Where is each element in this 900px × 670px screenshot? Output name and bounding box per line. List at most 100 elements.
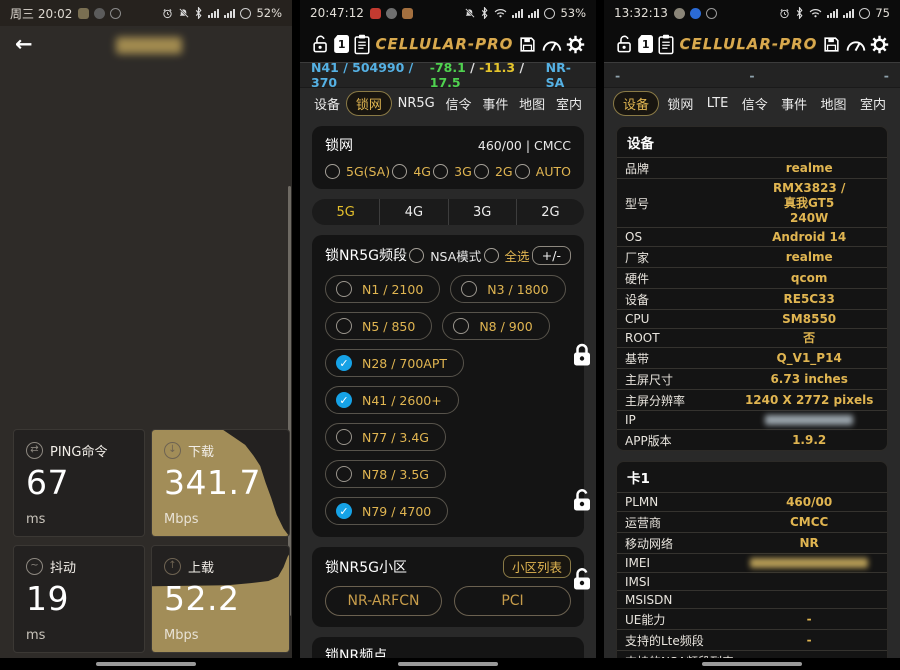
segment-3g[interactable]: 3G bbox=[448, 199, 516, 225]
table-row: IMSI bbox=[617, 572, 887, 590]
upload-value: 52.2 bbox=[164, 579, 277, 618]
table-row: 运营商CMCC bbox=[617, 511, 887, 532]
radio-3g[interactable]: 3G bbox=[433, 164, 472, 179]
log-clipboard-icon[interactable] bbox=[657, 34, 675, 55]
table-row: 厂家realme bbox=[617, 246, 887, 267]
signal-icon-sim1 bbox=[208, 9, 219, 18]
tab-signaling[interactable]: 信令 bbox=[441, 92, 477, 115]
band-n28[interactable]: N28 / 700APT bbox=[325, 349, 464, 377]
home-indicator[interactable] bbox=[398, 662, 498, 666]
band-n77[interactable]: N77 / 3.4G bbox=[325, 423, 446, 451]
select-all-radio[interactable]: 全选 bbox=[484, 246, 530, 265]
radio-2g[interactable]: 2G bbox=[474, 164, 513, 179]
tab-events[interactable]: 事件 bbox=[477, 92, 513, 115]
cell-list-button[interactable]: 小区列表 bbox=[503, 555, 571, 578]
alarm-icon bbox=[779, 8, 790, 19]
segment-5g[interactable]: 5G bbox=[312, 199, 379, 225]
arfcn-lock-open-icon[interactable] bbox=[570, 566, 594, 593]
tab-indoor[interactable]: 室内 bbox=[855, 92, 891, 115]
cellular-pro-lock-panel: 20:47:12 53% 1 CELLULAR-PRO N41 / 504990… bbox=[300, 0, 596, 670]
battery-icon bbox=[240, 8, 251, 19]
lock-cell-title: 锁NR5G小区 bbox=[325, 557, 407, 577]
nsa-mode-radio[interactable]: NSA模式 bbox=[409, 246, 481, 265]
band-n41[interactable]: N41 / 2600+ bbox=[325, 386, 459, 414]
device-table-header: 设备 bbox=[617, 127, 887, 157]
gesture-bar bbox=[604, 658, 900, 670]
ping-label: PING命令 bbox=[50, 441, 107, 460]
lock-open-icon[interactable] bbox=[615, 34, 634, 55]
table-row: APP版本1.9.2 bbox=[617, 429, 887, 450]
home-indicator[interactable] bbox=[702, 662, 802, 666]
band-n5[interactable]: N5 / 850 bbox=[325, 312, 432, 340]
tab-device[interactable]: 设备 bbox=[309, 92, 345, 115]
back-button[interactable]: ← bbox=[15, 32, 33, 56]
table-row: PLMN460/00 bbox=[617, 492, 887, 511]
table-row: IP bbox=[617, 410, 887, 429]
redacted-title bbox=[116, 37, 182, 54]
table-row: 型号RMX3823 / 真我GT5 240W bbox=[617, 178, 887, 227]
tab-nr5g[interactable]: NR5G bbox=[393, 94, 440, 113]
table-row: 移动网络NR bbox=[617, 532, 887, 553]
tab-signaling[interactable]: 信令 bbox=[737, 92, 773, 115]
download-value: 341.7 bbox=[164, 463, 277, 502]
band-n79[interactable]: N79 / 4700 bbox=[325, 497, 448, 525]
speedtest-icon[interactable] bbox=[845, 36, 866, 53]
band-n8[interactable]: N8 / 900 bbox=[442, 312, 549, 340]
tab-lte[interactable]: LTE bbox=[702, 94, 734, 113]
tab-device[interactable]: 设备 bbox=[613, 91, 659, 116]
speedtest-panel: 周三 20:02 52% ← ⇄ PING命令 bbox=[0, 0, 292, 670]
save-icon[interactable] bbox=[822, 35, 841, 54]
mute-icon bbox=[464, 8, 475, 19]
table-row: ROOT否 bbox=[617, 328, 887, 347]
battery-percent: 53% bbox=[560, 6, 586, 20]
band-n1[interactable]: N1 / 2100 bbox=[325, 275, 440, 303]
table-row: 基带Q_V1_P14 bbox=[617, 347, 887, 368]
home-indicator[interactable] bbox=[96, 662, 196, 666]
right-status-time: 13:32:13 bbox=[614, 6, 668, 20]
nr-arfcn-input[interactable]: NR-ARFCN bbox=[325, 586, 442, 616]
band-lock-closed-icon[interactable] bbox=[570, 342, 594, 369]
tab-lock-network[interactable]: 锁网 bbox=[346, 91, 392, 116]
segment-2g[interactable]: 2G bbox=[516, 199, 584, 225]
download-unit: Mbps bbox=[164, 512, 277, 527]
ping-value: 67 bbox=[26, 463, 132, 502]
sim1-icon[interactable]: 1 bbox=[334, 35, 349, 53]
radio-4g[interactable]: 4G bbox=[392, 164, 431, 179]
lock-network-card: 锁网 460/00 | CMCC 5G(SA) 4G 3G 2G AUTO bbox=[312, 126, 584, 189]
lock-open-icon[interactable] bbox=[311, 34, 330, 55]
wifi-icon bbox=[809, 8, 822, 18]
cell-info-empty-left: - bbox=[615, 68, 620, 83]
tab-map[interactable]: 地图 bbox=[816, 92, 852, 115]
signal-measurements: -78.1 / -11.3 / 17.5 bbox=[430, 60, 546, 90]
radio-5g-sa[interactable]: 5G(SA) bbox=[325, 164, 390, 179]
cell-lock-open-icon[interactable] bbox=[570, 487, 594, 514]
pci-input[interactable]: PCI bbox=[454, 586, 571, 616]
lock-cell-card: 锁NR5G小区 小区列表 NR-ARFCN PCI bbox=[312, 547, 584, 627]
signal-icon-sim2 bbox=[528, 9, 539, 18]
band-n3[interactable]: N3 / 1800 bbox=[450, 275, 565, 303]
band-n78[interactable]: N78 / 3.5G bbox=[325, 460, 446, 488]
gesture-bar bbox=[0, 658, 292, 670]
tab-lock-network[interactable]: 锁网 bbox=[662, 92, 698, 115]
left-status-bar: 周三 20:02 52% bbox=[0, 0, 292, 26]
generation-segmented-control: 5G 4G 3G 2G bbox=[312, 199, 584, 225]
radio-auto[interactable]: AUTO bbox=[515, 164, 571, 179]
mid-tab-bar: 设备 锁网 NR5G 信令 事件 地图 室内 bbox=[300, 88, 596, 118]
settings-gear-icon[interactable] bbox=[566, 35, 585, 54]
tab-events[interactable]: 事件 bbox=[776, 92, 812, 115]
tab-map[interactable]: 地图 bbox=[514, 92, 550, 115]
download-label: 下载 bbox=[188, 441, 214, 460]
sim1-icon[interactable]: 1 bbox=[638, 35, 653, 53]
speedtest-icon[interactable] bbox=[541, 36, 562, 53]
tab-indoor[interactable]: 室内 bbox=[551, 92, 587, 115]
log-clipboard-icon[interactable] bbox=[353, 34, 371, 55]
notification-red-app-icon bbox=[370, 8, 381, 19]
plmn-operator: 460/00 | CMCC bbox=[478, 138, 571, 153]
jitter-label: 抖动 bbox=[50, 557, 76, 576]
alarm-icon bbox=[162, 8, 173, 19]
app-logo: CELLULAR-PRO bbox=[679, 35, 817, 53]
segment-4g[interactable]: 4G bbox=[379, 199, 447, 225]
plus-minus-button[interactable]: +/- bbox=[532, 246, 571, 265]
save-icon[interactable] bbox=[518, 35, 537, 54]
settings-gear-icon[interactable] bbox=[870, 35, 889, 54]
